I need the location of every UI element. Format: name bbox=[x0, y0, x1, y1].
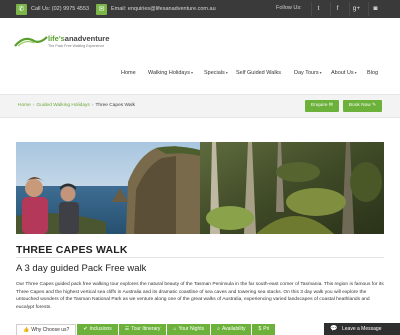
email-text: Email: enquiries@lifesanadventure.com.au bbox=[111, 6, 216, 12]
nav-specials[interactable]: Specials▾ bbox=[204, 70, 228, 80]
chevron-down-icon: ▾ bbox=[225, 70, 228, 75]
check-icon: ✔ bbox=[83, 326, 88, 332]
logo-tagline: The Pack Free Walking Experience bbox=[48, 44, 105, 48]
tab-inclusions[interactable]: ✔ Inclusions bbox=[77, 324, 118, 335]
breadcrumb-separator: › bbox=[91, 103, 94, 108]
tab-your-nights[interactable]: ⌂ Your Nights bbox=[167, 324, 211, 335]
breadcrumb-guided-walking-holidays[interactable]: Guided Walking Holidays bbox=[36, 103, 89, 108]
breadcrumb-bar: Home › Guided Walking Holidays › Three Capes… bbox=[0, 94, 400, 118]
hero-image bbox=[16, 142, 384, 234]
tab-why-choose-us[interactable]: 👍 Why Choose us? bbox=[16, 324, 77, 335]
breadcrumb-separator: › bbox=[32, 103, 35, 108]
logo-swoosh-icon bbox=[14, 36, 48, 47]
leave-message-label: Leave a Message bbox=[342, 326, 382, 332]
hero-photo-collage bbox=[16, 142, 384, 234]
nav-walking-holidays[interactable]: Walking Holidays▾ bbox=[148, 70, 193, 80]
title-divider bbox=[16, 257, 384, 258]
leave-message-widget[interactable]: 💬 Leave a Message bbox=[324, 323, 400, 335]
twitter-icon[interactable]: t bbox=[311, 2, 325, 16]
tab-tour-itinerary[interactable]: ☰ Tour Itinerary bbox=[118, 324, 167, 335]
tour-tabs: 👍 Why Choose us? ✔ Inclusions ☰ Tour Itiner… bbox=[16, 324, 276, 335]
phone-icon: ✆ bbox=[16, 3, 27, 15]
phone-contact[interactable]: ✆ Call Us: (02) 9975 4553 bbox=[16, 3, 89, 15]
chevron-down-icon: ▾ bbox=[354, 70, 357, 75]
site-header: life'sanadventure The Pack Free Walking … bbox=[0, 18, 400, 86]
chevron-down-icon: ▾ bbox=[190, 70, 193, 75]
logo-name: life'sanadventure bbox=[48, 34, 110, 43]
breadcrumb: Home › Guided Walking Holidays › Three Capes… bbox=[18, 103, 135, 108]
chevron-down-icon: ▾ bbox=[319, 70, 322, 75]
phone-text: Call Us: (02) 9975 4553 bbox=[31, 6, 90, 12]
nav-blog[interactable]: Blog bbox=[367, 70, 378, 80]
instagram-icon[interactable]: ◙ bbox=[368, 2, 382, 16]
email-contact[interactable]: ✉ Email: enquiries@lifesanadventure.com.… bbox=[96, 3, 216, 15]
breadcrumb-home[interactable]: Home bbox=[18, 103, 31, 108]
nav-home[interactable]: Home bbox=[121, 70, 136, 80]
thumbs-up-icon: 👍 bbox=[23, 327, 30, 333]
follow-us-label: Follow Us: bbox=[276, 5, 302, 11]
book-now-button[interactable]: Book Now ✎ bbox=[343, 100, 382, 112]
enquire-button[interactable]: Enquire ✉ bbox=[305, 100, 339, 112]
nav-self-guided-walks[interactable]: Self Guided Walks bbox=[236, 70, 281, 80]
site-logo[interactable]: life'sanadventure The Pack Free Walking … bbox=[14, 32, 109, 56]
nav-day-tours[interactable]: Day Tours▾ bbox=[294, 70, 322, 80]
envelope-icon: ✉ bbox=[96, 3, 107, 15]
list-icon: ☰ bbox=[124, 326, 130, 332]
facebook-icon[interactable]: f bbox=[330, 2, 344, 16]
tab-availability[interactable]: ⌕ Availability bbox=[211, 324, 252, 335]
top-contact-bar: ✆ Call Us: (02) 9975 4553 ✉ Email: enqui… bbox=[0, 0, 400, 18]
chat-bubble-icon: 💬 bbox=[330, 326, 338, 332]
page-title: THREE CAPES WALK bbox=[16, 244, 128, 256]
breadcrumb-current: Three Capes Walk bbox=[95, 103, 135, 108]
dollar-icon: $ bbox=[258, 326, 262, 332]
google-plus-icon[interactable]: g+ bbox=[349, 2, 363, 16]
tab-pricing[interactable]: $ Pri bbox=[252, 324, 276, 335]
page-subtitle: A 3 day guided Pack Free walk bbox=[16, 263, 147, 274]
nav-about-us[interactable]: About Us▾ bbox=[331, 70, 357, 80]
tour-description: Our Three Capes guided pack free walking… bbox=[16, 282, 384, 310]
search-icon: ⌕ bbox=[217, 326, 220, 332]
home-icon: ⌂ bbox=[173, 326, 177, 332]
